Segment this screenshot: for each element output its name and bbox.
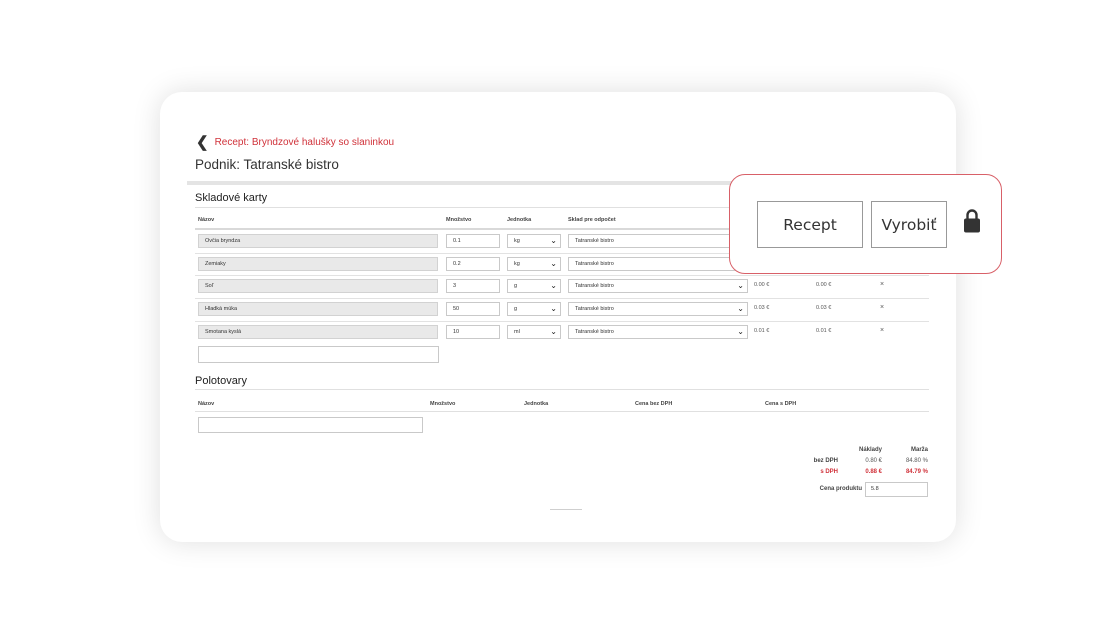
- semi-col-qty: Množstvo: [430, 401, 456, 407]
- stock-row-name[interactable]: Smotana kyslá: [198, 325, 438, 339]
- store-value: Tatranské bistro: [575, 283, 614, 289]
- lock-icon: [964, 209, 980, 233]
- semi-col-name: Názov: [198, 401, 215, 407]
- unit-value: ml: [514, 329, 520, 335]
- summary-col-margin: Marža: [910, 447, 928, 453]
- action-popup: Recept Vyrobiť: [729, 174, 1002, 274]
- stock-row-name[interactable]: Hladká múka: [198, 302, 438, 316]
- unit-value: kg: [514, 238, 520, 244]
- unit-value: g: [514, 283, 518, 289]
- chevron-down-icon: ⌄: [550, 327, 557, 336]
- recipe-button[interactable]: Recept: [757, 201, 863, 248]
- store-value: Tatranské bistro: [575, 306, 614, 312]
- unit-value: g: [514, 306, 518, 312]
- price-net: 0.00 €: [754, 282, 770, 288]
- stock-row-qty[interactable]: 0.1: [446, 234, 500, 248]
- unit-value: kg: [514, 261, 520, 267]
- back-link[interactable]: ❮ Recept: Bryndzové halušky so slaninkou: [196, 135, 395, 150]
- chevron-down-icon: ⌄: [550, 281, 557, 290]
- semi-header-underline: [195, 411, 929, 412]
- store-value: Tatranské bistro: [575, 329, 614, 335]
- price-gross: 0.03 €: [816, 305, 832, 311]
- row-divider: [195, 321, 929, 322]
- stock-section-title: Skladové karty: [195, 192, 268, 204]
- chevron-left-icon[interactable]: ❮: [196, 135, 209, 150]
- chevron-down-icon: ⌄: [550, 259, 557, 268]
- stock-row-unit-select[interactable]: g ⌄: [507, 302, 561, 316]
- chevron-down-icon: ⌄: [737, 304, 744, 313]
- stock-row-name[interactable]: Zemiaky: [198, 257, 438, 271]
- product-price-input[interactable]: 5.8: [865, 482, 928, 497]
- stock-row-qty[interactable]: 0.2: [446, 257, 500, 271]
- stock-col-store: Sklad pre odpočet: [568, 217, 616, 223]
- price-gross: 0.00 €: [816, 282, 832, 288]
- semi-section-title: Polotovary: [195, 375, 247, 387]
- summary-net-margin: 84.80 %: [905, 458, 928, 464]
- product-price-label: Cena produktu: [819, 486, 862, 492]
- chevron-down-icon: ⌄: [737, 281, 744, 290]
- store-value: Tatranské bistro: [575, 238, 614, 244]
- stock-row-name[interactable]: Soľ: [198, 279, 438, 293]
- footer-divider: [550, 509, 582, 510]
- stock-row-unit-select[interactable]: kg ⌄: [507, 257, 561, 271]
- stock-row-store-select[interactable]: Tatranské bistro: [568, 257, 748, 271]
- stock-row-store-select[interactable]: Tatranské bistro ⌄: [568, 325, 748, 339]
- stock-col-unit: Jednotka: [507, 217, 532, 223]
- store-value: Tatranské bistro: [575, 261, 614, 267]
- summary-col-costs: Náklady: [858, 447, 882, 453]
- stock-row-qty[interactable]: 10: [446, 325, 500, 339]
- stock-row-unit-select[interactable]: ml ⌄: [507, 325, 561, 339]
- stock-col-qty: Množstvo: [446, 217, 472, 223]
- stock-row-store-select[interactable]: Tatranské bistro ⌄: [568, 302, 748, 316]
- add-semi-input[interactable]: [198, 417, 423, 433]
- company-title: Podnik: Tatranské bistro: [195, 157, 339, 172]
- semi-col-unit: Jednotka: [524, 401, 549, 407]
- summary-gross-margin: 84.79 %: [905, 469, 928, 475]
- add-stock-input[interactable]: [198, 346, 439, 363]
- summary-gross-label: s DPH: [820, 469, 838, 475]
- chevron-down-icon: ⌄: [737, 327, 744, 336]
- delete-row-icon[interactable]: ×: [880, 327, 884, 334]
- stock-row-name[interactable]: Ovčia bryndza: [198, 234, 438, 248]
- summary-gross-cost: 0.88 €: [865, 469, 882, 475]
- price-net: 0.01 €: [754, 328, 770, 334]
- semi-section-divider: [195, 389, 929, 390]
- delete-row-icon[interactable]: ×: [880, 281, 884, 288]
- stock-col-name: Názov: [198, 217, 215, 223]
- row-divider: [195, 298, 929, 299]
- semi-col-gross: Cena s DPH: [765, 401, 797, 407]
- price-net: 0.03 €: [754, 305, 770, 311]
- row-divider: [195, 275, 929, 276]
- delete-row-icon[interactable]: ×: [880, 304, 884, 311]
- summary-net-label: bez DPH: [813, 458, 838, 464]
- stock-row-qty[interactable]: 50: [446, 302, 500, 316]
- stock-row-store-select[interactable]: Tatranské bistro: [568, 234, 748, 248]
- stock-row-unit-select[interactable]: kg ⌄: [507, 234, 561, 248]
- recipe-card: ❮ Recept: Bryndzové halušky so slaninkou…: [160, 92, 956, 542]
- chevron-down-icon: ⌄: [550, 304, 557, 313]
- produce-button[interactable]: Vyrobiť: [871, 201, 947, 248]
- stock-row-qty[interactable]: 3: [446, 279, 500, 293]
- stock-row-store-select[interactable]: Tatranské bistro ⌄: [568, 279, 748, 293]
- semi-col-net: Cena bez DPH: [635, 401, 673, 407]
- back-link-label[interactable]: Recept: Bryndzové halušky so slaninkou: [215, 137, 395, 148]
- stock-row-unit-select[interactable]: g ⌄: [507, 279, 561, 293]
- chevron-down-icon: ⌄: [550, 236, 557, 245]
- price-gross: 0.01 €: [816, 328, 832, 334]
- summary-net-cost: 0.80 €: [865, 458, 882, 464]
